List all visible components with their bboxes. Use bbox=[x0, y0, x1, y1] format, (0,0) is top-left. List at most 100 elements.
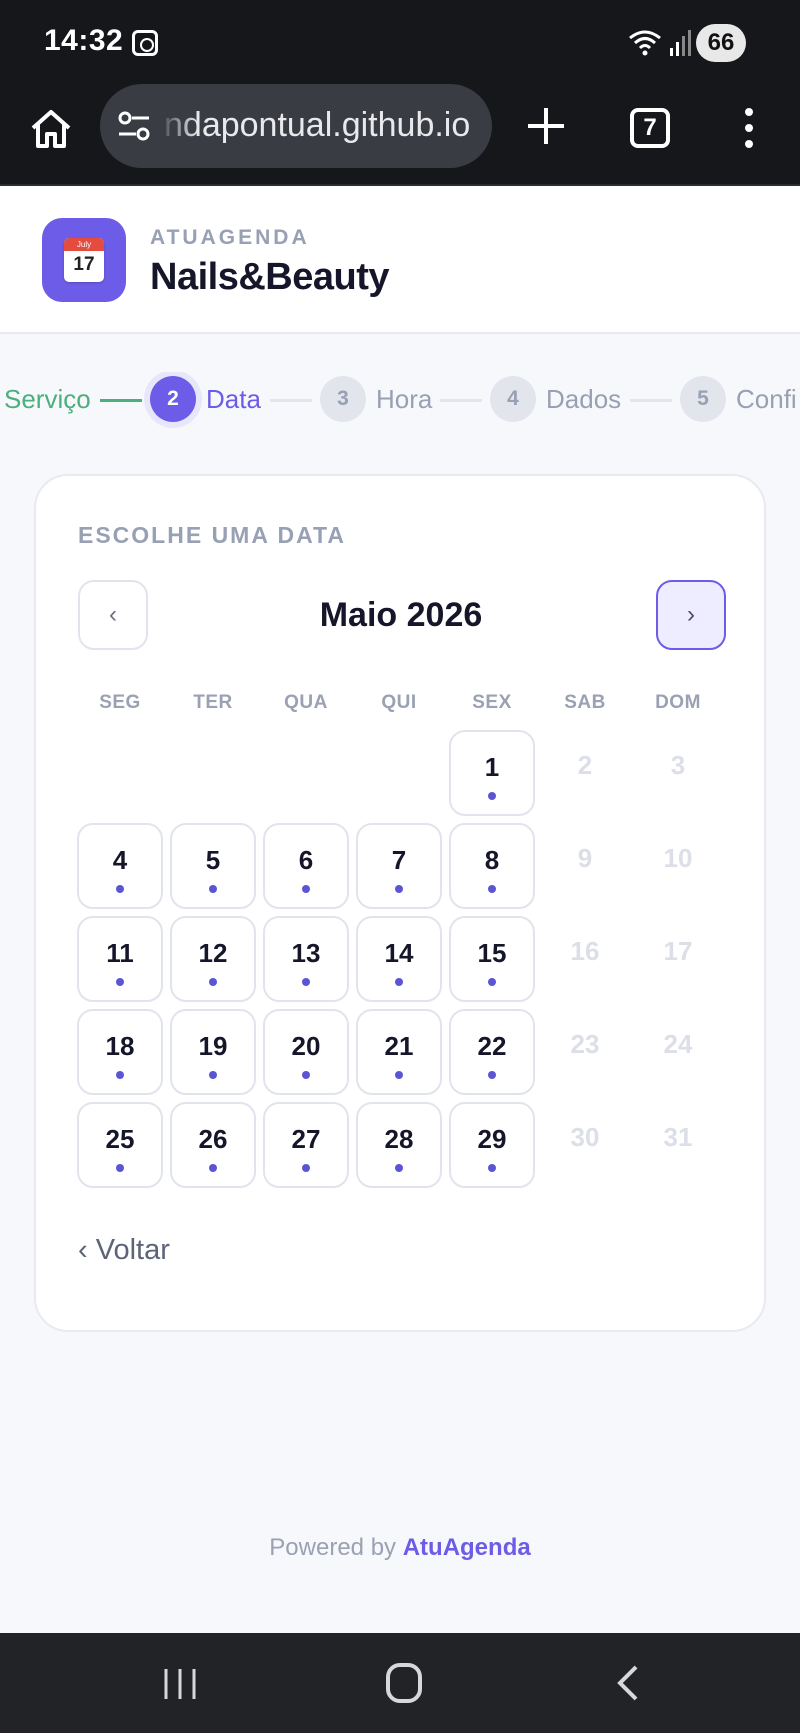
availability-dot bbox=[395, 1071, 403, 1079]
availability-dot bbox=[209, 978, 217, 986]
day-number: 27 bbox=[291, 1124, 321, 1154]
day-number: 2 bbox=[577, 750, 593, 780]
step-confirm-label: Confi bbox=[736, 384, 797, 414]
day-number: 26 bbox=[198, 1124, 228, 1154]
day-number: 28 bbox=[384, 1124, 414, 1154]
system-nav-bar bbox=[0, 1633, 800, 1733]
day-number: 22 bbox=[477, 1031, 507, 1061]
day-unavailable: 2 bbox=[542, 730, 628, 816]
back-link[interactable]: ‹ Voltar bbox=[78, 1234, 170, 1267]
step-connector bbox=[440, 399, 482, 402]
day-button[interactable]: 4 bbox=[77, 823, 163, 909]
step-data-number: 2 bbox=[150, 376, 196, 422]
availability-dot bbox=[488, 885, 496, 893]
day-button[interactable]: 29 bbox=[449, 1102, 535, 1188]
calendar-icon: July 17 bbox=[64, 238, 104, 282]
availability-dot bbox=[302, 885, 310, 893]
availability-dot bbox=[209, 1071, 217, 1079]
step-connector bbox=[270, 399, 312, 402]
tabs-icon[interactable]: 7 bbox=[630, 108, 670, 148]
step-dados-label: Dados bbox=[546, 384, 622, 414]
day-button[interactable]: 20 bbox=[263, 1009, 349, 1095]
address-bar[interactable]: ndapontual.github.io bbox=[100, 84, 492, 168]
recents-icon[interactable] bbox=[160, 1667, 200, 1701]
day-number: 30 bbox=[570, 1122, 600, 1152]
weekday-label: SEG bbox=[99, 692, 141, 713]
availability-dot bbox=[116, 1071, 124, 1079]
back-nav-icon[interactable] bbox=[612, 1663, 642, 1703]
availability-dot bbox=[395, 885, 403, 893]
home-nav-icon[interactable] bbox=[386, 1663, 422, 1703]
day-button[interactable]: 12 bbox=[170, 916, 256, 1002]
step-data-label: Data bbox=[206, 384, 261, 414]
availability-dot bbox=[488, 978, 496, 986]
day-number: 10 bbox=[663, 843, 693, 873]
availability-dot bbox=[488, 1164, 496, 1172]
day-button[interactable]: 8 bbox=[449, 823, 535, 909]
plus-icon[interactable] bbox=[524, 104, 568, 148]
day-number: 9 bbox=[577, 843, 593, 873]
step-connector bbox=[100, 399, 142, 402]
day-button[interactable]: 13 bbox=[263, 916, 349, 1002]
browser-toolbar: ndapontual.github.io 7 bbox=[0, 84, 800, 186]
app-header: July 17 ATUAGENDA Nails&Beauty bbox=[0, 186, 800, 334]
day-number: 11 bbox=[106, 938, 134, 968]
day-number: 25 bbox=[105, 1124, 135, 1154]
day-button[interactable]: 22 bbox=[449, 1009, 535, 1095]
day-button[interactable]: 7 bbox=[356, 823, 442, 909]
availability-dot bbox=[395, 1164, 403, 1172]
day-unavailable: 10 bbox=[635, 823, 721, 909]
brand-kicker: ATUAGENDA bbox=[150, 226, 310, 249]
day-unavailable: 17 bbox=[635, 916, 721, 1002]
day-number: 12 bbox=[198, 938, 228, 968]
weekday-label: SEX bbox=[472, 692, 512, 713]
day-number: 20 bbox=[291, 1031, 321, 1061]
day-button[interactable]: 18 bbox=[77, 1009, 163, 1095]
day-number: 15 bbox=[477, 938, 507, 968]
step-hora-label: Hora bbox=[376, 384, 433, 414]
booking-stepper: Serviço 2 Data 3 Hora 4 Dados 5 Confi bbox=[0, 372, 800, 428]
battery-indicator: 66 bbox=[696, 24, 746, 62]
day-button[interactable]: 6 bbox=[263, 823, 349, 909]
day-button[interactable]: 27 bbox=[263, 1102, 349, 1188]
day-button[interactable]: 5 bbox=[170, 823, 256, 909]
powered-brand-link[interactable]: AtuAgenda bbox=[403, 1534, 531, 1561]
availability-dot bbox=[395, 978, 403, 986]
day-unavailable: 9 bbox=[542, 823, 628, 909]
availability-dot bbox=[116, 1164, 124, 1172]
card-title: ESCOLHE UMA DATA bbox=[78, 522, 346, 548]
day-button[interactable]: 11 bbox=[77, 916, 163, 1002]
day-button[interactable]: 25 bbox=[77, 1102, 163, 1188]
date-picker-card: ESCOLHE UMA DATA ‹ Maio 2026 › SEG TER Q… bbox=[34, 474, 766, 1332]
business-logo: July 17 bbox=[42, 218, 126, 302]
day-unavailable: 3 bbox=[635, 730, 721, 816]
weekday-label: DOM bbox=[655, 692, 701, 713]
availability-dot bbox=[302, 978, 310, 986]
business-name: Nails&Beauty bbox=[150, 256, 389, 298]
day-button[interactable]: 19 bbox=[170, 1009, 256, 1095]
next-month-button[interactable]: › bbox=[656, 580, 726, 650]
weekday-label: QUA bbox=[284, 692, 328, 713]
day-button[interactable]: 14 bbox=[356, 916, 442, 1002]
day-button[interactable]: 26 bbox=[170, 1102, 256, 1188]
day-button[interactable]: 28 bbox=[356, 1102, 442, 1188]
more-menu-icon[interactable] bbox=[736, 104, 762, 152]
step-confirm-number: 5 bbox=[680, 376, 726, 422]
status-bar: 14:32 66 bbox=[0, 0, 800, 84]
day-number: 6 bbox=[298, 845, 314, 875]
home-icon[interactable] bbox=[28, 106, 74, 152]
availability-dot bbox=[116, 885, 124, 893]
day-button[interactable]: 15 bbox=[449, 916, 535, 1002]
wifi-icon bbox=[629, 30, 661, 56]
day-number: 8 bbox=[484, 845, 500, 875]
day-number: 4 bbox=[112, 845, 128, 875]
day-number: 16 bbox=[570, 936, 600, 966]
availability-dot bbox=[302, 1071, 310, 1079]
step-servico-label[interactable]: Serviço bbox=[4, 384, 91, 415]
day-button[interactable]: 21 bbox=[356, 1009, 442, 1095]
day-button[interactable]: 1 bbox=[449, 730, 535, 816]
site-settings-icon[interactable] bbox=[116, 110, 152, 142]
step-connector bbox=[630, 399, 672, 402]
day-unavailable: 23 bbox=[542, 1009, 628, 1095]
availability-dot bbox=[116, 978, 124, 986]
